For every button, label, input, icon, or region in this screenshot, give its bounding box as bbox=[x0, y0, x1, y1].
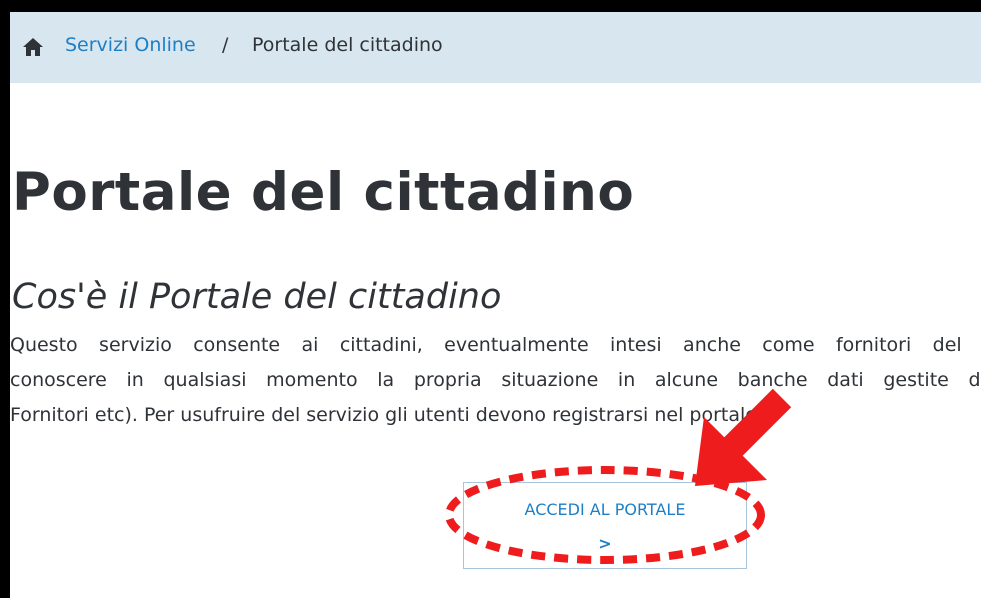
description-paragraph: Questo servizio consente ai cittadini, e… bbox=[10, 328, 981, 433]
description-line: Fornitori etc). Per usufruire del serviz… bbox=[10, 404, 763, 426]
page-title: Portale del cittadino bbox=[12, 162, 635, 223]
breadcrumb: Servizi Online / Portale del cittadino bbox=[10, 12, 981, 83]
accedi-al-portale-button[interactable]: ACCEDI AL PORTALE > bbox=[463, 482, 747, 569]
accedi-button-label: ACCEDI AL PORTALE bbox=[524, 500, 686, 519]
breadcrumb-current: Portale del cittadino bbox=[252, 34, 443, 56]
breadcrumb-link-servizi-online[interactable]: Servizi Online bbox=[65, 34, 196, 56]
section-title: Cos'è il Portale del cittadino bbox=[12, 277, 502, 317]
chevron-right-icon: > bbox=[598, 534, 612, 553]
page-frame: Servizi Online / Portale del cittadino P… bbox=[10, 12, 981, 598]
description-line: conoscere in qualsiasi momento la propri… bbox=[10, 369, 981, 391]
description-line: Questo servizio consente ai cittadini, e… bbox=[10, 334, 981, 356]
breadcrumb-separator: / bbox=[222, 34, 229, 56]
home-icon[interactable] bbox=[22, 37, 44, 57]
